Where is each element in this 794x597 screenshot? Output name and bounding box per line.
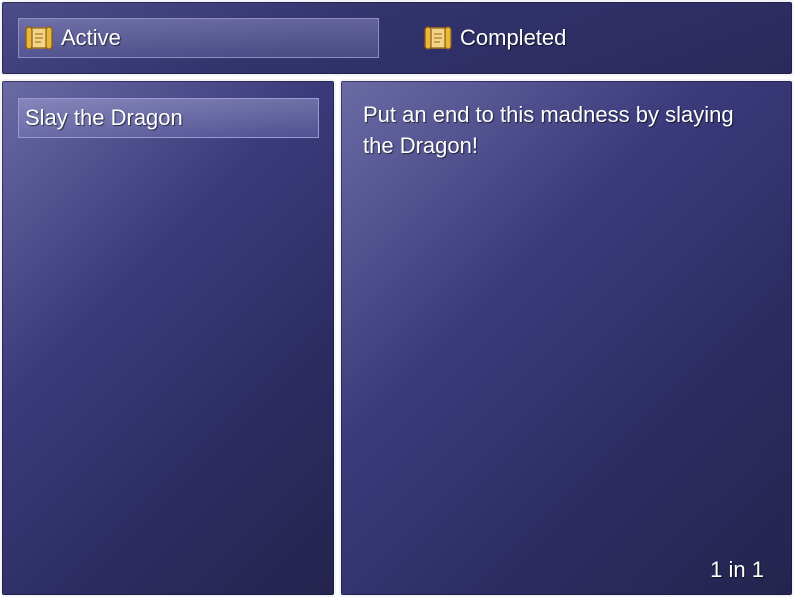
quest-list-window: Slay the Dragon xyxy=(0,79,336,597)
scroll-icon xyxy=(25,26,53,50)
scroll-icon xyxy=(424,26,452,50)
tab-bar-window: Active Completed xyxy=(0,0,794,76)
quest-list-item[interactable]: Slay the Dragon xyxy=(18,98,319,138)
tab-completed-label: Completed xyxy=(460,25,567,50)
quest-detail-window: Put an end to this madness by slaying th… xyxy=(339,79,794,597)
tab-completed[interactable]: Completed xyxy=(418,18,718,58)
quest-description: Put an end to this madness by slaying th… xyxy=(363,102,734,158)
quest-list-item-label: Slay the Dragon xyxy=(25,105,183,130)
tab-active[interactable]: Active xyxy=(18,18,379,58)
page-counter: 1 in 1 xyxy=(710,557,764,582)
tab-active-label: Active xyxy=(61,25,121,50)
